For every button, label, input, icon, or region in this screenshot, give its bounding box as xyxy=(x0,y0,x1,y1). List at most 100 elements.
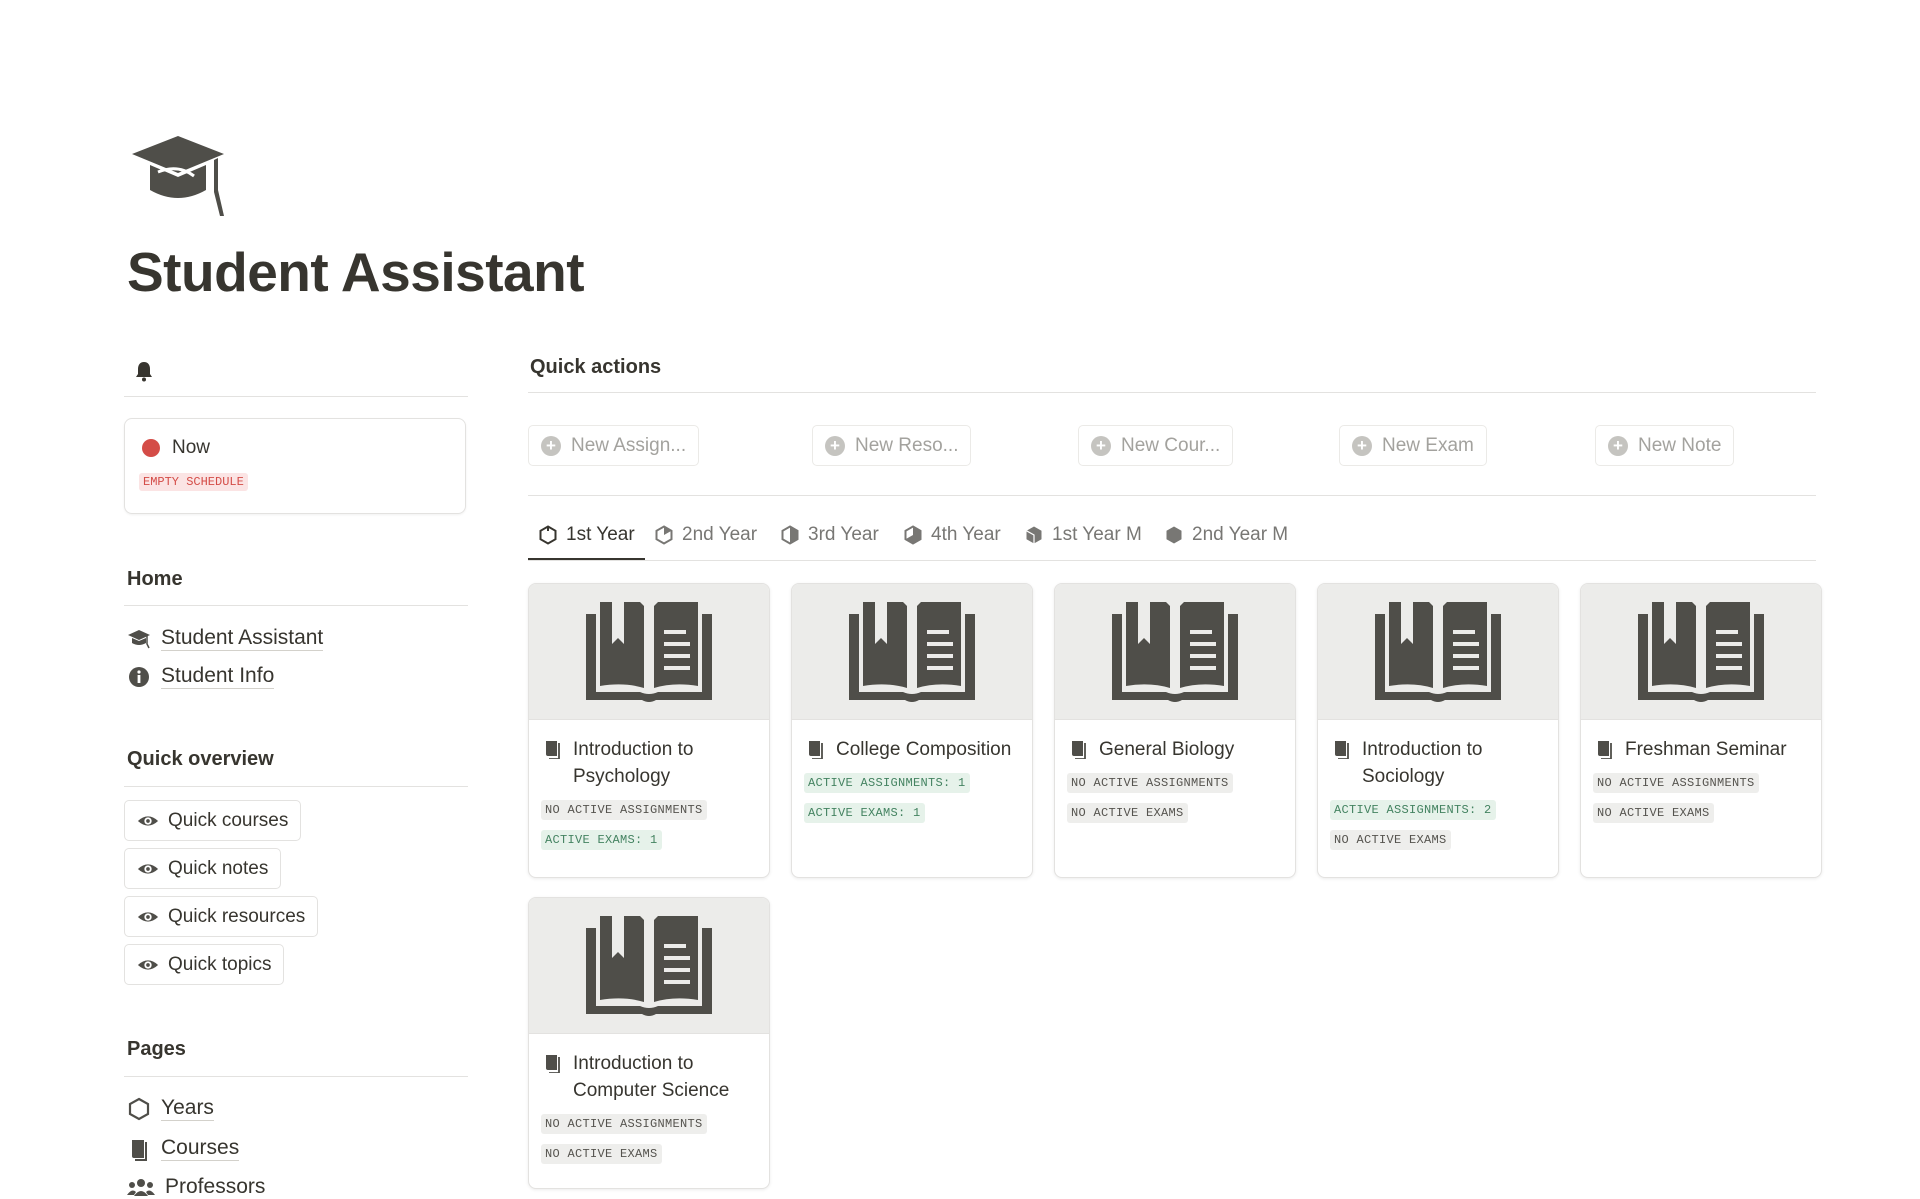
book-icon xyxy=(1598,741,1612,759)
new-exam-button[interactable]: + New Exam xyxy=(1339,425,1487,466)
plus-icon: + xyxy=(541,435,561,456)
hexagon-icon xyxy=(128,1097,150,1120)
link-years[interactable]: Years xyxy=(127,1096,214,1122)
course-title: College Composition xyxy=(836,739,1012,760)
quick-topics-button[interactable]: Quick topics xyxy=(124,944,285,985)
now-card[interactable]: Now EMPTY SCHEDULE xyxy=(124,418,466,514)
course-title: Introduction to Psychology xyxy=(573,739,694,787)
plus-icon: + xyxy=(1608,435,1628,456)
graduation-cap-icon xyxy=(132,136,224,216)
card-badges: NO ACTIVE ASSIGNMENTS NO ACTIVE EXAMS xyxy=(1055,763,1295,847)
button-label: New Note xyxy=(1638,434,1722,456)
course-card[interactable]: Introduction to Psychology NO ACTIVE ASS… xyxy=(528,583,770,878)
tab-2nd-year[interactable]: 2nd Year xyxy=(644,510,767,560)
book-icon xyxy=(546,741,560,759)
hexagon-icon xyxy=(904,525,922,545)
tab-label: 2nd Year M xyxy=(1192,524,1289,545)
course-card[interactable]: College Composition ACTIVE ASSIGNMENTS: … xyxy=(791,583,1033,878)
hexagon-icon xyxy=(1166,526,1182,544)
card-title-row: Introduction to Computer Science xyxy=(529,1034,769,1104)
divider xyxy=(124,786,468,787)
button-label: Quick notes xyxy=(168,857,269,879)
tab-label: 1st Year xyxy=(566,524,635,545)
button-label: New Reso... xyxy=(855,434,959,456)
link-courses[interactable]: Courses xyxy=(127,1136,240,1162)
hexagon-icon xyxy=(655,525,673,545)
tab-label: 1st Year M xyxy=(1052,524,1142,545)
tab-4th-year[interactable]: 4th Year xyxy=(893,510,1011,560)
course-card[interactable]: Introduction to Computer Science NO ACTI… xyxy=(528,897,770,1189)
tab-1st-year-m[interactable]: 1st Year M xyxy=(1014,510,1152,560)
course-card[interactable]: General Biology NO ACTIVE ASSIGNMENTS NO… xyxy=(1054,583,1296,878)
book-icon xyxy=(1072,741,1086,759)
card-title-row: College Composition xyxy=(792,720,1032,763)
exams-badge: NO ACTIVE EXAMS xyxy=(1330,830,1451,850)
link-label: Student Info xyxy=(161,664,275,690)
home-section-title: Home xyxy=(127,568,183,590)
tab-label: 4th Year xyxy=(931,524,1001,545)
new-note-button[interactable]: + New Note xyxy=(1595,425,1735,466)
hexagon-icon xyxy=(1026,526,1042,544)
tab-3rd-year[interactable]: 3rd Year xyxy=(770,510,889,560)
people-icon xyxy=(127,1178,155,1196)
eye-icon xyxy=(137,911,159,922)
status-dot xyxy=(142,439,160,457)
exams-badge: NO ACTIVE EXAMS xyxy=(1067,803,1188,823)
course-card[interactable]: Freshman Seminar NO ACTIVE ASSIGNMENTS N… xyxy=(1580,583,1822,878)
course-title: Introduction to Sociology xyxy=(1362,739,1483,787)
bell-icon[interactable] xyxy=(134,360,154,382)
card-badges: NO ACTIVE ASSIGNMENTS NO ACTIVE EXAMS xyxy=(529,1104,769,1188)
link-professors[interactable]: Professors xyxy=(127,1175,265,1199)
divider xyxy=(528,495,1816,496)
new-course-button[interactable]: + New Cour... xyxy=(1078,425,1234,466)
new-assignment-button[interactable]: + New Assign... xyxy=(528,425,700,466)
quick-resources-button[interactable]: Quick resources xyxy=(124,896,319,937)
overview-section-title: Quick overview xyxy=(127,748,274,770)
tab-label: 2nd Year xyxy=(682,524,758,545)
new-resource-button[interactable]: + New Reso... xyxy=(812,425,972,466)
open-book-icon xyxy=(586,601,712,702)
divider xyxy=(528,560,1816,561)
book-icon xyxy=(809,741,823,759)
hexagon-icon xyxy=(781,525,799,545)
tab-2nd-year-m[interactable]: 2nd Year M xyxy=(1154,510,1298,560)
card-title-row: Introduction to Psychology xyxy=(529,720,769,790)
card-cover xyxy=(1055,584,1295,720)
page-title: Student Assistant xyxy=(127,241,585,303)
open-book-icon xyxy=(1638,601,1764,702)
eye-icon xyxy=(137,863,159,874)
exams-badge: ACTIVE EXAMS: 1 xyxy=(804,803,925,823)
quick-actions-title: Quick actions xyxy=(530,356,662,378)
assignments-badge: NO ACTIVE ASSIGNMENTS xyxy=(541,1114,707,1134)
tab-1st-year[interactable]: 1st Year xyxy=(528,510,645,561)
hexagon-icon xyxy=(539,525,557,545)
link-student-assistant[interactable]: Student Assistant xyxy=(127,626,324,652)
card-cover xyxy=(1318,584,1558,720)
link-label: Courses xyxy=(161,1136,240,1162)
assignments-badge: ACTIVE ASSIGNMENTS: 1 xyxy=(804,773,970,793)
button-label: Quick courses xyxy=(168,809,289,831)
quick-courses-button[interactable]: Quick courses xyxy=(124,800,302,841)
now-label: Now xyxy=(172,437,211,458)
button-label: New Exam xyxy=(1382,434,1474,456)
button-label: Quick resources xyxy=(168,905,306,927)
quick-notes-button[interactable]: Quick notes xyxy=(124,848,282,889)
card-title-row: Freshman Seminar xyxy=(1581,720,1821,763)
book-icon xyxy=(132,1139,147,1161)
divider xyxy=(528,392,1816,393)
card-title-row: Introduction to Sociology xyxy=(1318,720,1558,790)
link-label: Student Assistant xyxy=(161,626,324,652)
page-icon[interactable] xyxy=(128,132,228,218)
card-cover xyxy=(529,584,769,720)
assignments-badge: NO ACTIVE ASSIGNMENTS xyxy=(1593,773,1759,793)
info-icon xyxy=(129,666,149,687)
card-badges: ACTIVE ASSIGNMENTS: 2 NO ACTIVE EXAMS xyxy=(1318,790,1558,874)
button-label: Quick topics xyxy=(168,953,272,975)
link-student-info[interactable]: Student Info xyxy=(127,664,275,690)
card-badges: NO ACTIVE ASSIGNMENTS ACTIVE EXAMS: 1 xyxy=(529,790,769,874)
assignments-badge: NO ACTIVE ASSIGNMENTS xyxy=(541,800,707,820)
card-cover xyxy=(792,584,1032,720)
course-card[interactable]: Introduction to Sociology ACTIVE ASSIGNM… xyxy=(1317,583,1559,878)
course-title: Freshman Seminar xyxy=(1625,739,1787,760)
divider xyxy=(124,605,468,606)
